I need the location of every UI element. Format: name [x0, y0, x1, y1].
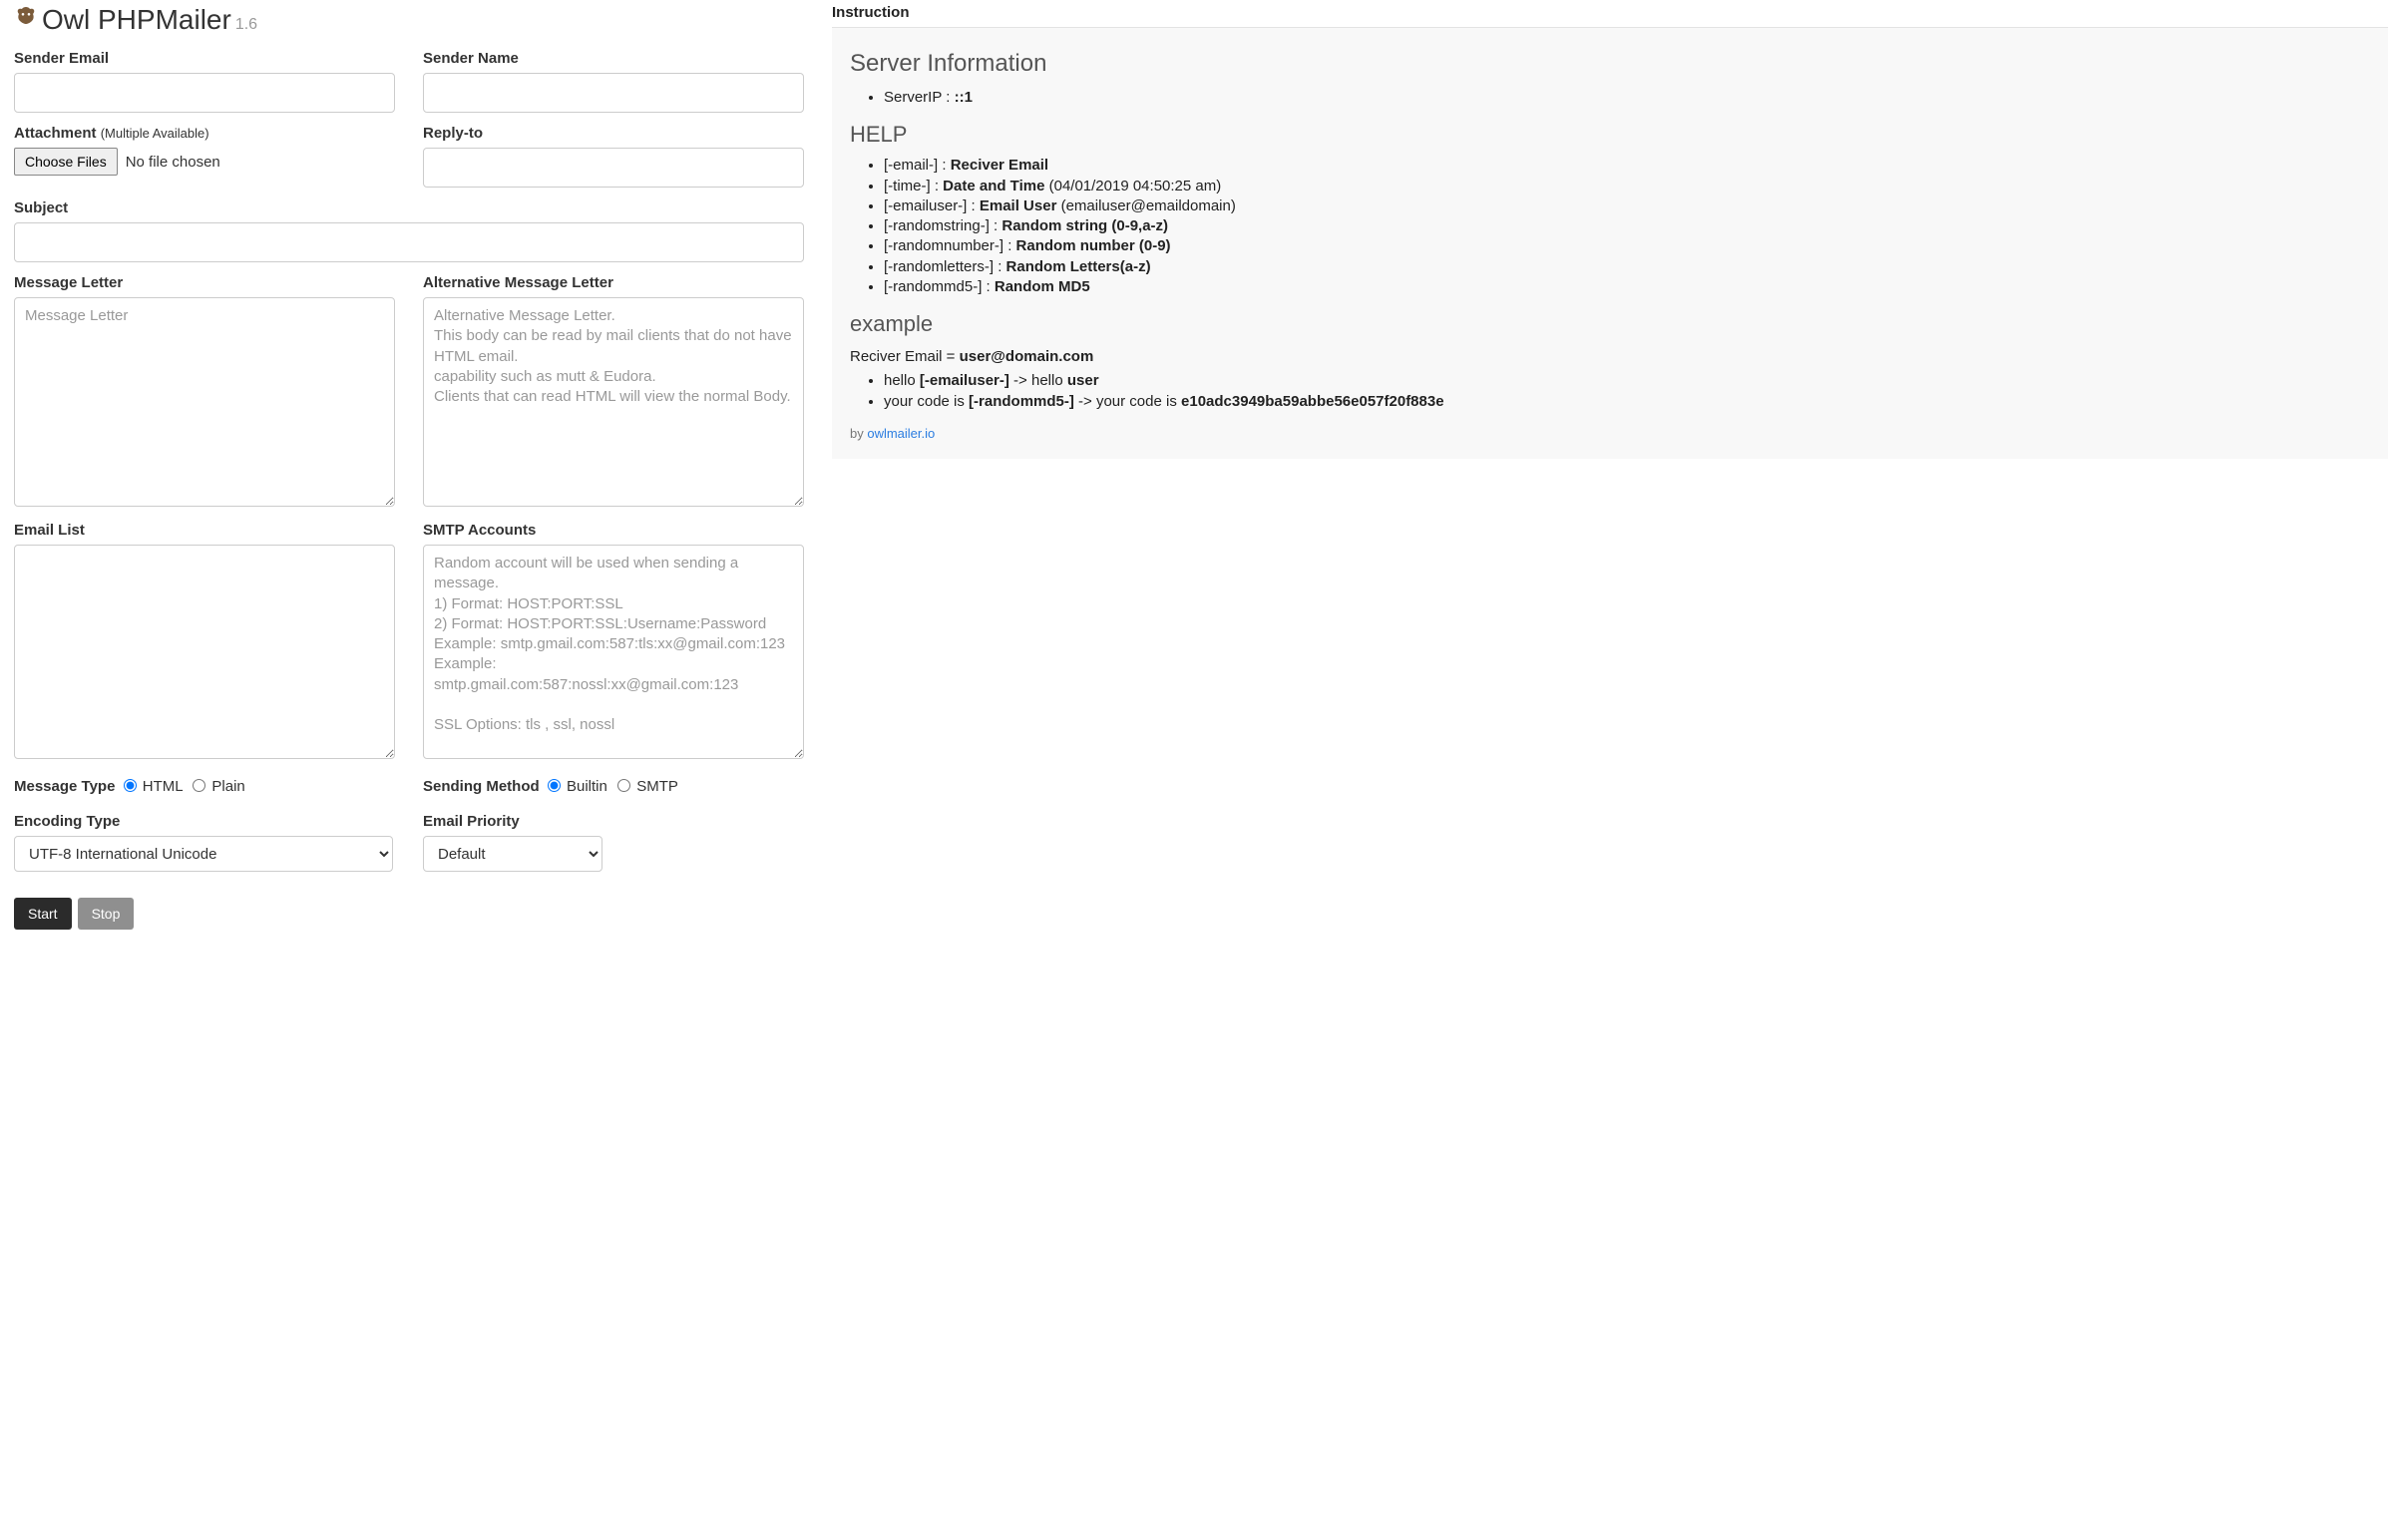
alt-message-letter-input[interactable]: [423, 297, 804, 507]
sending-method-smtp-radio[interactable]: [617, 779, 630, 792]
sender-email-label: Sender Email: [14, 50, 395, 67]
message-letter-label: Message Letter: [14, 274, 395, 291]
message-type-group: Message Type HTML Plain: [14, 778, 395, 795]
help-item: [-time-] : Date and Time (04/01/2019 04:…: [884, 177, 2370, 196]
choose-files-button[interactable]: Choose Files: [14, 148, 118, 176]
email-priority-select[interactable]: Default: [423, 836, 602, 872]
help-item: [-emailuser-] : Email User (emailuser@em…: [884, 196, 2370, 216]
start-button[interactable]: Start: [14, 898, 72, 930]
help-item: [-randomletters-] : Random Letters(a-z): [884, 257, 2370, 277]
help-item: [-randommd5-] : Random MD5: [884, 277, 2370, 297]
sender-name-label: Sender Name: [423, 50, 804, 67]
credits-link[interactable]: owlmailer.io: [867, 426, 935, 441]
example-intro: Reciver Email = user@domain.com: [850, 347, 2370, 367]
attachment-label: Attachment (Multiple Available): [14, 125, 395, 142]
help-item: [-randomnumber-] : Random number (0-9): [884, 236, 2370, 256]
email-list-input[interactable]: [14, 545, 395, 759]
help-item: [-email-] : Reciver Email: [884, 156, 2370, 176]
server-info-heading: Server Information: [850, 50, 2370, 78]
subject-label: Subject: [14, 199, 804, 216]
alt-message-letter-label: Alternative Message Letter: [423, 274, 804, 291]
sending-method-builtin-label: Builtin: [567, 778, 607, 795]
file-status: No file chosen: [126, 154, 220, 171]
smtp-accounts-input[interactable]: [423, 545, 804, 759]
help-list: [-email-] : Reciver Email[-time-] : Date…: [850, 156, 2370, 297]
email-priority-label: Email Priority: [423, 813, 804, 830]
encoding-type-label: Encoding Type: [14, 813, 395, 830]
example-list: hello [-emailuser-] -> hello useryour co…: [850, 371, 2370, 412]
sender-name-input[interactable]: [423, 73, 804, 113]
app-version: 1.6: [235, 16, 257, 34]
owl-icon: [14, 4, 38, 28]
help-item: [-randomstring-] : Random string (0-9,a-…: [884, 216, 2370, 236]
encoding-type-select[interactable]: UTF-8 International Unicode: [14, 836, 393, 872]
instruction-heading: Instruction: [832, 4, 2388, 21]
sending-method-smtp-label: SMTP: [636, 778, 678, 795]
credits: by owlmailer.io: [850, 426, 2370, 441]
message-type-plain-label: Plain: [211, 778, 244, 795]
server-ip-item: ServerIP : ::1: [884, 88, 2370, 108]
page-title: Owl PHPMailer 1.6: [14, 4, 804, 36]
message-type-plain-radio[interactable]: [193, 779, 205, 792]
example-item: hello [-emailuser-] -> hello user: [884, 371, 2370, 391]
message-type-html-label: HTML: [143, 778, 183, 795]
instruction-panel: Server Information ServerIP : ::1 HELP […: [832, 27, 2388, 459]
email-list-label: Email List: [14, 522, 395, 539]
stop-button[interactable]: Stop: [78, 898, 135, 930]
sender-email-input[interactable]: [14, 73, 395, 113]
example-item: your code is [-randommd5-] -> your code …: [884, 392, 2370, 412]
smtp-accounts-label: SMTP Accounts: [423, 522, 804, 539]
message-letter-input[interactable]: [14, 297, 395, 507]
help-heading: HELP: [850, 122, 2370, 148]
reply-to-label: Reply-to: [423, 125, 804, 142]
sending-method-group: Sending Method Builtin SMTP: [423, 778, 804, 795]
message-type-html-radio[interactable]: [124, 779, 137, 792]
subject-input[interactable]: [14, 222, 804, 262]
reply-to-input[interactable]: [423, 148, 804, 188]
app-title: Owl PHPMailer: [42, 4, 231, 36]
example-heading: example: [850, 311, 2370, 337]
sending-method-builtin-radio[interactable]: [548, 779, 561, 792]
